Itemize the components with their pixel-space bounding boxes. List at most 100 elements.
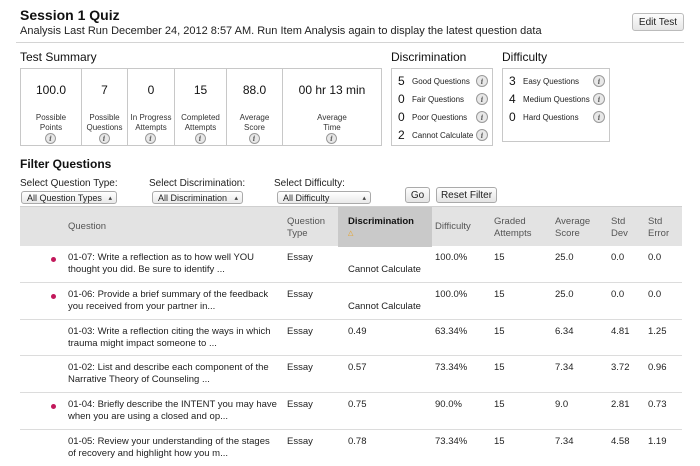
question-type: Essay [287,289,313,300]
question-type: Essay [287,436,313,447]
discrimination-title: Discrimination [391,50,467,64]
analysis-status: Analysis Last Run December 24, 2012 8:57… [20,25,542,37]
summary-label: Possible Questions [86,113,123,132]
discrimination-box: 5 Good Questions i 0 Fair Questions i 0 … [391,68,493,146]
count: 2 [398,128,405,142]
test-summary-box: 100.0 Possible Points i 7 Possible Questio… [20,68,382,146]
std-dev: 0.0 [611,252,625,263]
info-icon[interactable]: i [476,75,488,87]
difficulty-value: 90.0% [435,399,462,410]
table-row: 01-07: Write a reflection as to how well… [20,246,682,283]
average-score: 7.34 [555,436,574,447]
question-type-select[interactable]: All Question Types ▴ [21,191,117,204]
col-discrimination-label: Discrimination [348,216,414,227]
edit-test-button[interactable]: Edit Test [632,13,684,31]
discrimination-value: Cannot Calculate [348,264,421,275]
col-average-score[interactable]: Average Score [555,216,590,240]
difficulty-value: 73.34% [435,362,468,373]
count: 0 [398,92,405,106]
question-type-label: Select Question Type: [20,178,118,189]
discrimination-filter-label: Select Discrimination: [149,178,246,189]
question-type: Essay [287,362,313,373]
discrimination-value: 0.57 [348,362,367,373]
difficulty-select[interactable]: All Difficulty ▴ [277,191,371,204]
page-title: Session 1 Quiz [20,7,120,23]
info-icon[interactable]: i [476,93,488,105]
summary-value: 00 hr 13 min [298,83,366,97]
summary-label: In Progress Attempts [130,113,172,132]
std-error: 0.73 [648,399,667,410]
table-row: 01-05: Review your understanding of the … [20,430,682,466]
summary-in-progress-attempts: 0 In Progress Attempts i [128,69,175,145]
col-question[interactable]: Question [68,221,106,233]
table-row: 01-04: Briefly describe the INTENT you m… [20,393,682,430]
summary-label: Possible Points [35,113,67,132]
col-difficulty[interactable]: Difficulty [435,221,471,233]
select-value: All Difficulty [283,192,330,203]
label: Medium Questions [523,94,590,104]
table-row: 01-02: List and describe each component … [20,356,682,393]
std-dev: 2.81 [611,399,630,410]
summary-possible-points: 100.0 Possible Points i [21,69,82,145]
go-button[interactable]: Go [405,187,430,203]
question-type: Essay [287,326,313,337]
info-icon[interactable]: i [476,111,488,123]
header-divider [16,42,684,43]
discrimination-select[interactable]: All Discrimination ▴ [152,191,243,204]
flag-dot-icon [51,294,56,299]
difficulty-hard: 0 Hard Questions i [509,109,605,125]
col-graded-attempts[interactable]: Graded Attempts [494,216,532,240]
col-std-dev[interactable]: Std Dev [611,216,628,240]
info-icon[interactable]: i [248,133,260,144]
summary-average-time: 00 hr 13 min Average Time i [283,69,381,145]
discrimination-good: 5 Good Questions i [398,73,488,89]
info-icon[interactable]: i [45,133,56,144]
summary-completed-attempts: 15 Completed Attempts i [175,69,227,145]
question-text[interactable]: 01-06: Provide a brief summary of the fe… [68,289,268,313]
col-discrimination[interactable]: Discrimination △ [338,207,432,247]
std-dev: 4.58 [611,436,630,447]
std-error: 0.0 [648,252,662,263]
col-question-type[interactable]: Question Type [287,216,325,240]
std-error: 1.25 [648,326,667,337]
summary-value: 0 [147,83,155,97]
question-text[interactable]: 01-02: List and describe each component … [68,362,269,386]
info-icon[interactable]: i [593,93,605,105]
std-dev: 3.72 [611,362,630,373]
flag-dot-icon [51,404,56,409]
difficulty-value: 100.0% [435,252,468,263]
discrimination-cannot-calculate: 2 Cannot Calculate i [398,127,488,143]
info-icon[interactable]: i [145,133,156,144]
count: 4 [509,92,516,106]
graded-attempts: 15 [494,289,505,300]
difficulty-value: 100.0% [435,289,468,300]
info-icon[interactable]: i [593,111,605,123]
question-text[interactable]: 01-05: Review your understanding of the … [68,436,270,460]
info-icon[interactable]: i [476,129,488,141]
table-header: Question Question Type Discrimination △ D… [20,206,682,247]
label: Fair Questions [412,94,465,104]
info-icon[interactable]: i [326,133,337,144]
std-error: 0.96 [648,362,667,373]
difficulty-value: 63.34% [435,326,468,337]
reset-filter-button[interactable]: Reset Filter [436,187,497,203]
summary-value: 88.0 [242,83,267,97]
question-type: Essay [287,399,313,410]
difficulty-value: 73.34% [435,436,468,447]
info-icon[interactable]: i [194,133,206,144]
select-arrows-icon: ▴ [108,195,112,202]
question-text[interactable]: 01-03: Write a reflection citing the way… [68,326,271,350]
std-dev: 0.0 [611,289,625,300]
select-arrows-icon: ▴ [234,195,238,202]
count: 3 [509,74,516,88]
question-text[interactable]: 01-04: Briefly describe the INTENT you m… [68,399,277,423]
average-score: 7.34 [555,362,574,373]
question-text[interactable]: 01-07: Write a reflection as to how well… [68,252,254,276]
flag-dot-icon [51,257,56,262]
info-icon[interactable]: i [98,133,110,144]
col-std-error[interactable]: Std Error [648,216,669,240]
summary-average-score: 88.0 Average Score i [227,69,283,145]
difficulty-easy: 3 Easy Questions i [509,73,605,89]
difficulty-medium: 4 Medium Questions i [509,91,605,107]
info-icon[interactable]: i [593,75,605,87]
